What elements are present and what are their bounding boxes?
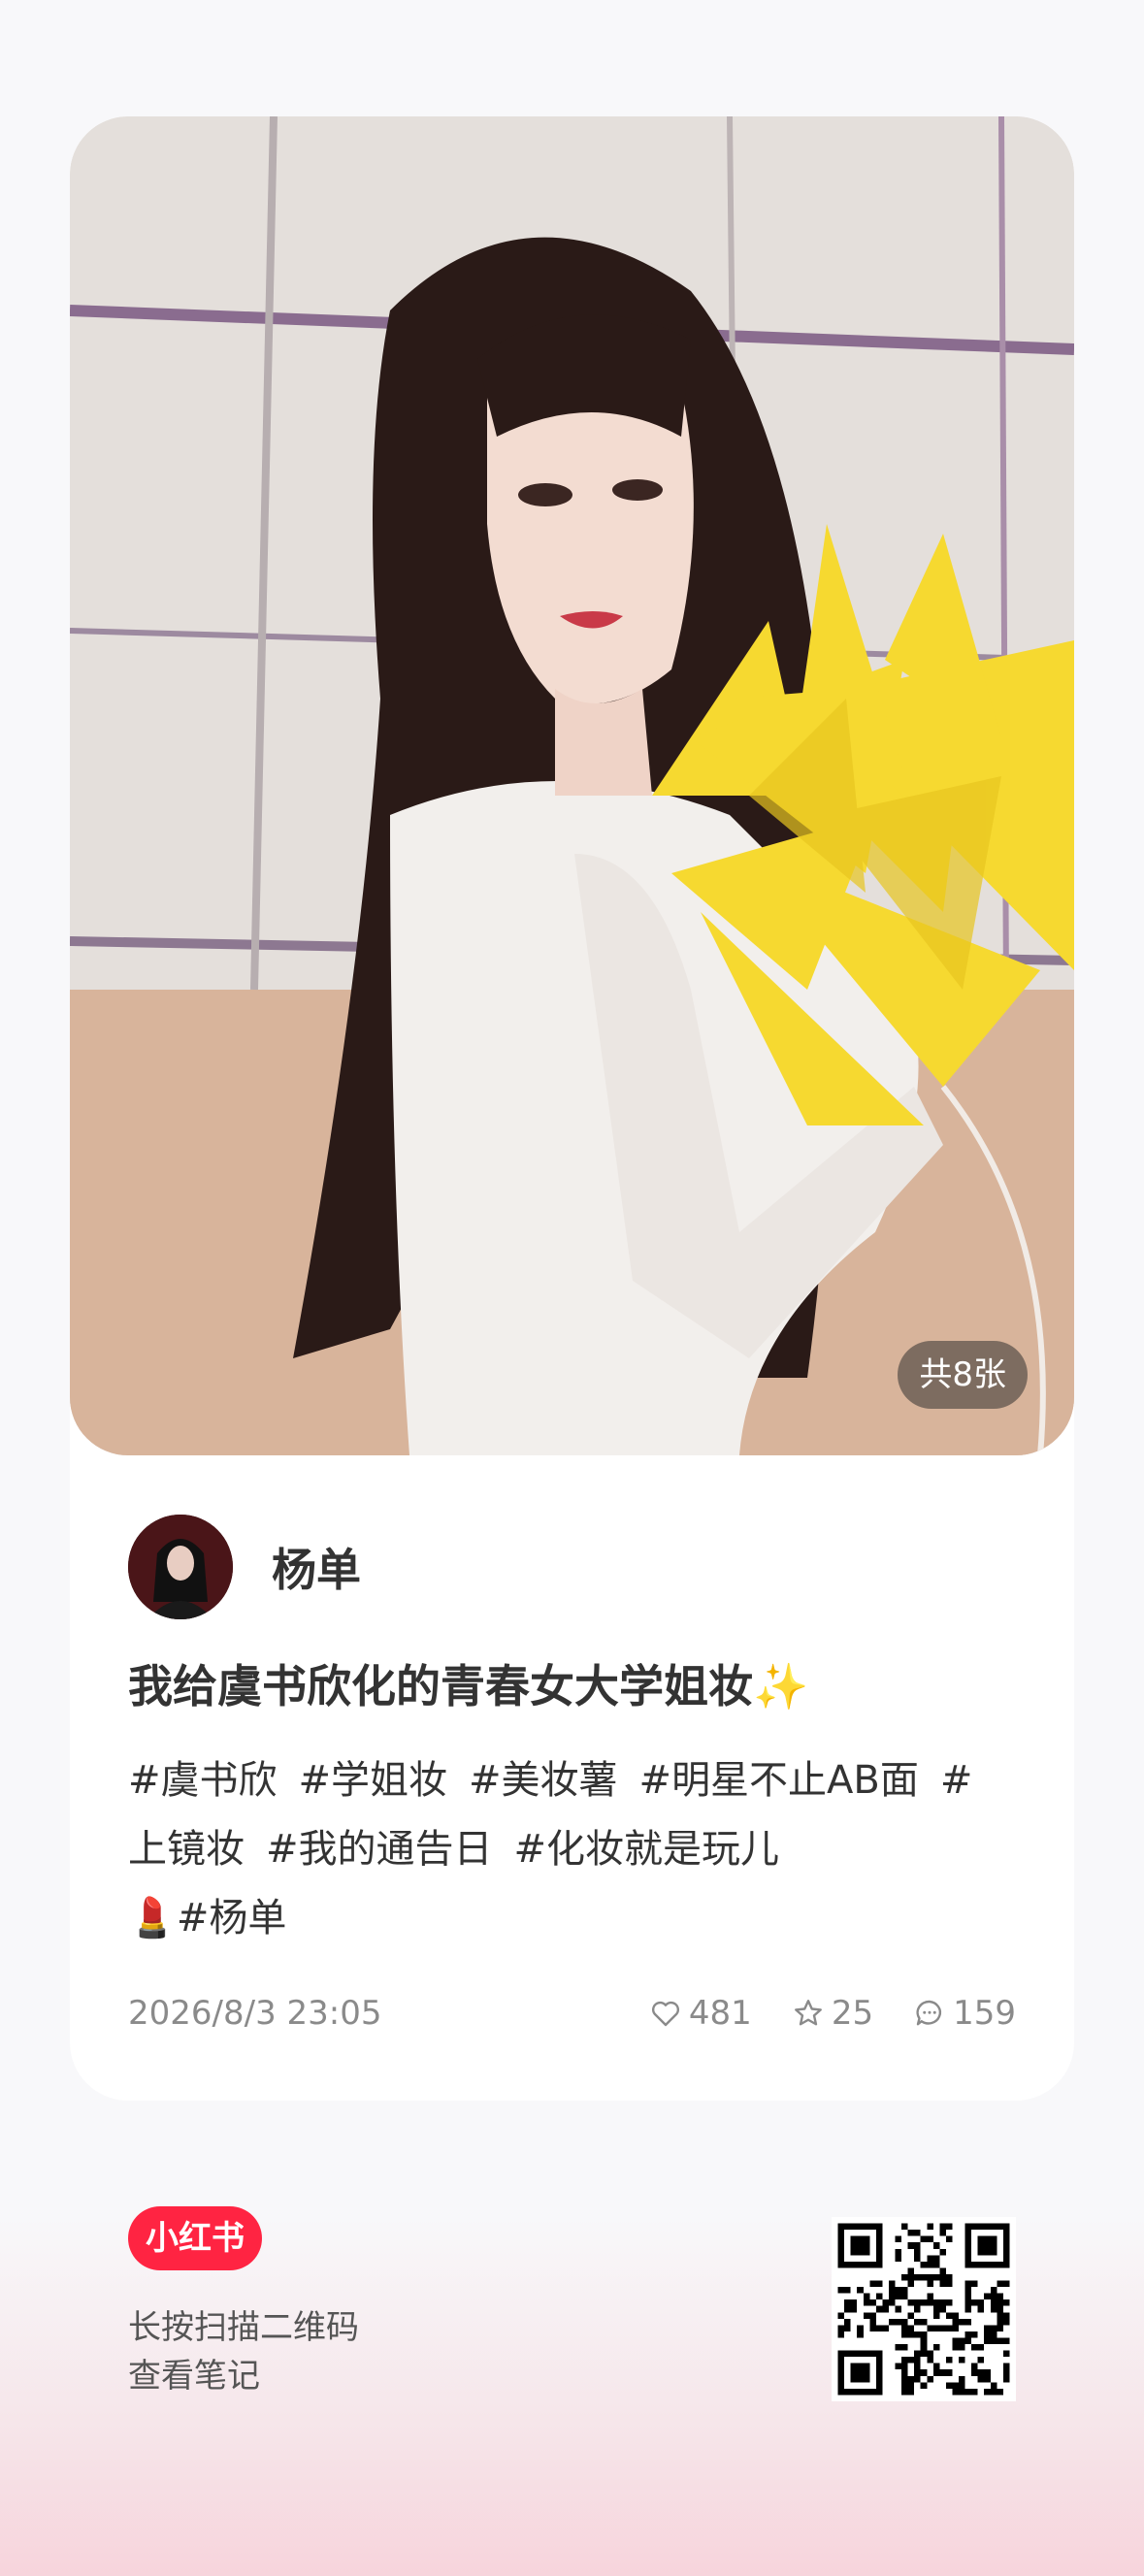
note-title: 我给虞书欣化的青春女大学姐妆✨ bbox=[128, 1660, 809, 1712]
note-photo[interactable]: 共8张 bbox=[70, 116, 1074, 1455]
tag-link[interactable]: # bbox=[940, 1758, 973, 1803]
collect-stat[interactable]: 25 bbox=[791, 1994, 873, 2033]
star-icon bbox=[794, 2000, 822, 2026]
comment-icon bbox=[916, 2000, 942, 2026]
qr-code-image bbox=[832, 2217, 1016, 2401]
tag-list: #虞书欣 #学姐妆 #美妆薯 #明星不止AB面 # 上镜妆 #我的通告日 #化妆就是玩儿 💄… bbox=[128, 1746, 1021, 1953]
tag-link[interactable]: #杨单 bbox=[177, 1896, 287, 1940]
tag-link[interactable]: #美妆薯 bbox=[469, 1758, 618, 1803]
scan-hint-line2: 查看笔记 bbox=[128, 2357, 260, 2396]
scan-hint-line1: 长按扫描二维码 bbox=[128, 2308, 359, 2347]
scan-hint: 长按扫描二维码 查看笔记 bbox=[128, 2303, 359, 2400]
tag-link[interactable]: #虞书欣 bbox=[128, 1758, 278, 1803]
tag-line-3: 💄#杨单 bbox=[128, 1884, 1021, 1953]
avatar-image bbox=[128, 1515, 233, 1619]
tag-link[interactable]: #学姐妆 bbox=[299, 1758, 448, 1803]
photo-illustration bbox=[70, 116, 1074, 1455]
like-stat[interactable]: 481 bbox=[648, 1994, 752, 2033]
tag-link[interactable]: 上镜妆 bbox=[128, 1827, 245, 1872]
tag-link[interactable]: #我的通告日 bbox=[266, 1827, 493, 1872]
lipstick-emoji: 💄 bbox=[128, 1896, 177, 1940]
comment-stat[interactable]: 159 bbox=[912, 1994, 1016, 2033]
heart-icon bbox=[651, 2001, 679, 2027]
xiaohongshu-logo: 小红书 bbox=[128, 2206, 262, 2270]
qr-code bbox=[832, 2217, 1016, 2401]
tag-link[interactable]: #化妆就是玩儿 bbox=[514, 1827, 780, 1872]
comment-count: 159 bbox=[953, 1994, 1016, 2033]
author-row[interactable]: 杨单 bbox=[128, 1514, 361, 1620]
tag-line-1: #虞书欣 #学姐妆 #美妆薯 #明星不止AB面 # bbox=[128, 1746, 1021, 1815]
note-card[interactable]: 共8张 杨单 我给虞书欣化的青春女大学姐妆✨ #虞书欣 #学姐妆 #美妆薯 #明星不止… bbox=[70, 116, 1074, 2101]
post-date: 2026/8/3 23:05 bbox=[128, 1994, 382, 2033]
author-name[interactable]: 杨单 bbox=[272, 1535, 361, 1599]
like-count: 481 bbox=[688, 1994, 752, 2033]
tag-link[interactable]: #明星不止AB面 bbox=[639, 1758, 919, 1803]
photo-count-badge: 共8张 bbox=[898, 1341, 1028, 1409]
avatar[interactable] bbox=[128, 1515, 233, 1619]
collect-count: 25 bbox=[831, 1994, 874, 2033]
tag-line-2: 上镜妆 #我的通告日 #化妆就是玩儿 bbox=[128, 1815, 1021, 1884]
note-meta: 2026/8/3 23:05 481 25 159 bbox=[128, 1984, 1016, 2042]
